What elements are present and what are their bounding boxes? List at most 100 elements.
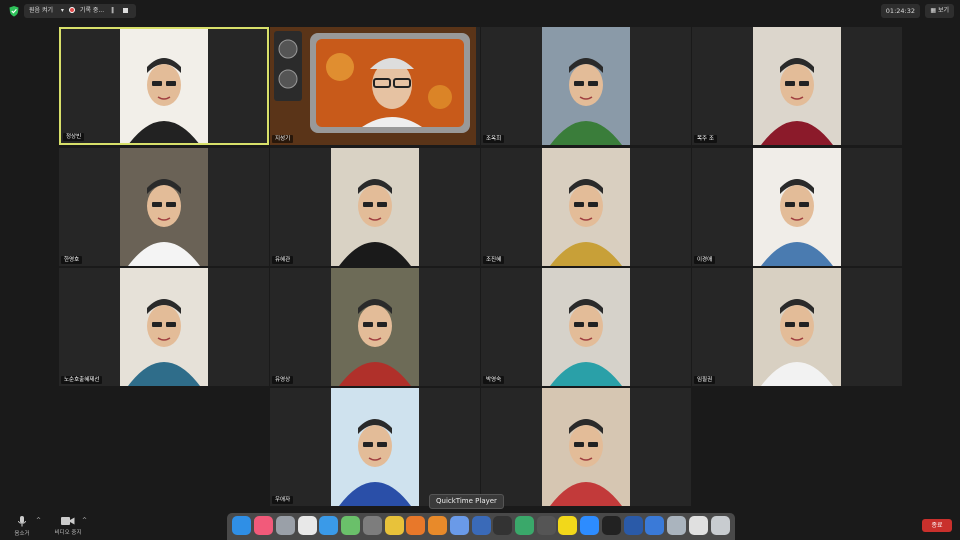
participant-name-label: 지성기 — [272, 135, 294, 143]
participant-tile[interactable]: 한영호 — [59, 148, 269, 266]
participant-name-label: 박영숙 — [483, 376, 505, 384]
participant-name-label: 이경애 — [694, 256, 716, 264]
participant-video — [753, 268, 841, 386]
meeting-timer: 01:24:32 — [880, 4, 920, 18]
pause-icon[interactable]: ‖ — [111, 4, 114, 18]
participant-name-label: 한영호 — [61, 256, 83, 264]
end-meeting-button[interactable]: 종료 — [922, 519, 952, 532]
cassette-icon[interactable] — [536, 516, 556, 535]
participant-video — [120, 148, 208, 266]
kakaotalk-icon[interactable] — [558, 516, 578, 535]
trash-icon[interactable] — [710, 516, 730, 535]
participant-video — [331, 268, 419, 386]
launchpad-icon[interactable] — [275, 516, 295, 535]
participant-tile[interactable]: 조옥희 — [481, 27, 691, 145]
finder-icon[interactable] — [232, 516, 252, 535]
participant-tile[interactable]: 지성기 — [270, 27, 480, 145]
grid-view-icon: ▦ — [930, 7, 937, 14]
participant-video — [270, 27, 476, 145]
participant-video — [542, 268, 630, 386]
recording-label: 기록 중... — [79, 7, 105, 14]
camera-icon[interactable] — [601, 516, 621, 535]
participant-tile[interactable] — [481, 388, 691, 506]
mute-label: 음소거 — [14, 531, 30, 537]
participant-name-label: 임필권 — [694, 376, 716, 384]
participant-tile[interactable]: 목주 조 — [692, 27, 902, 145]
stop-video-label: 비디오 중지 — [54, 530, 82, 536]
participant-tile[interactable]: 조진혜 — [481, 148, 691, 266]
original-sound-label: 원음 켜기 — [29, 7, 53, 14]
participant-name-label: 우애자 — [272, 496, 294, 504]
participant-video — [542, 148, 630, 266]
participant-video — [753, 148, 841, 266]
participant-figure — [550, 179, 622, 266]
mute-options-chevron-icon[interactable]: ^ — [36, 517, 41, 524]
participant-figure — [339, 179, 411, 266]
participant-figure — [550, 419, 622, 506]
maps-icon[interactable] — [341, 516, 361, 535]
participant-video — [542, 27, 630, 145]
store-icon[interactable] — [645, 516, 665, 535]
participant-name-label: 유영상 — [272, 376, 294, 384]
pages-icon[interactable] — [428, 516, 448, 535]
apps-grid-icon[interactable] — [297, 516, 317, 535]
obs-icon[interactable] — [493, 516, 513, 535]
music-icon[interactable] — [254, 516, 274, 535]
participant-tile[interactable]: 유영상 — [270, 268, 480, 386]
participant-video — [331, 388, 419, 506]
zoom-icon[interactable] — [580, 516, 600, 535]
stop-icon[interactable] — [123, 8, 128, 13]
participant-name-label: 목주 조 — [694, 135, 717, 143]
participant-video — [331, 148, 419, 266]
participant-name-label: 유혜관 — [272, 256, 294, 264]
dock-tooltip: QuickTime Player — [429, 494, 504, 509]
top-bar: 원음 켜기 ▾ 기록 중... ‖ 01:24:32 ▦ 보기 — [0, 0, 960, 22]
documents-icon[interactable] — [688, 516, 708, 535]
participant-tile[interactable]: 박영숙 — [481, 268, 691, 386]
participant-figure — [274, 31, 470, 133]
safari-icon[interactable] — [319, 516, 339, 535]
recording-dot-icon — [69, 7, 75, 13]
participant-figure — [339, 299, 411, 386]
participant-tile[interactable]: 노순호출혜제선 — [59, 268, 269, 386]
participant-figure — [550, 58, 622, 145]
settings-icon[interactable] — [362, 516, 382, 535]
participant-name-label: 노순호출혜제선 — [61, 376, 103, 384]
participant-figure — [761, 58, 833, 145]
view-label: 보기 — [937, 7, 949, 14]
participant-figure — [761, 179, 833, 266]
video-options-chevron-icon[interactable]: ^ — [82, 517, 87, 524]
participant-video — [753, 27, 841, 145]
notes-icon[interactable] — [449, 516, 469, 535]
end-meeting-label: 종료 — [931, 522, 943, 529]
macos-dock — [227, 513, 735, 540]
participant-figure — [128, 179, 200, 266]
participant-tile[interactable]: 정상빈 — [59, 27, 269, 145]
microphone-icon — [18, 516, 26, 527]
video-camera-icon — [61, 517, 75, 525]
firefox-icon[interactable] — [406, 516, 426, 535]
chrome-icon[interactable] — [384, 516, 404, 535]
participant-video — [542, 388, 630, 506]
participant-figure — [128, 299, 200, 386]
participant-name-label: 조옥희 — [483, 135, 505, 143]
word-icon[interactable] — [623, 516, 643, 535]
security-shield-icon[interactable] — [8, 5, 20, 17]
participant-name-label: 조진혜 — [483, 256, 505, 264]
drive-icon[interactable] — [514, 516, 534, 535]
recording-indicator: 기록 중... ‖ — [64, 4, 136, 18]
participant-name-label: 정상빈 — [63, 133, 85, 141]
participant-tile[interactable]: 우애자 — [270, 388, 480, 506]
participant-figure — [761, 299, 833, 386]
original-sound-button[interactable]: 원음 켜기 ▾ — [24, 4, 69, 18]
participant-tile[interactable]: 유혜관 — [270, 148, 480, 266]
participant-figure — [550, 299, 622, 386]
participant-tile[interactable]: 임필권 — [692, 268, 902, 386]
view-button[interactable]: ▦ 보기 — [925, 4, 954, 18]
participant-tile[interactable]: 이경애 — [692, 148, 902, 266]
participant-figure — [129, 58, 199, 143]
participant-figure — [339, 419, 411, 506]
preview-icon[interactable] — [667, 516, 687, 535]
participant-video — [120, 268, 208, 386]
quicktime-icon[interactable] — [471, 516, 491, 535]
